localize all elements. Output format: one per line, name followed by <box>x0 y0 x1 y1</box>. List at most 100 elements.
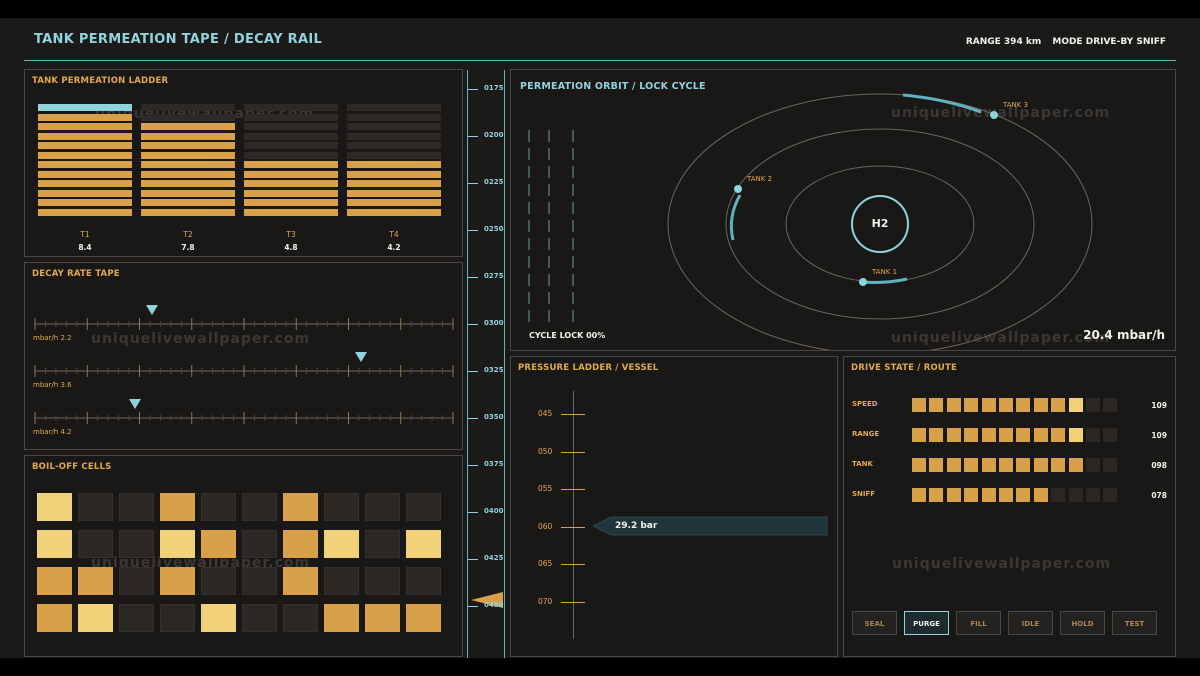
rail-tick-label: 0225 <box>484 178 504 186</box>
rail-tick-label: 0250 <box>484 225 504 233</box>
pressure-tick <box>561 451 585 453</box>
bar-segment <box>38 132 132 140</box>
drive-segment <box>1068 458 1083 472</box>
tank-value: 7.8 <box>181 243 195 252</box>
decay-marker[interactable] <box>146 305 159 315</box>
bar-segment <box>38 208 132 216</box>
boil-off-cell <box>160 530 195 558</box>
drive-row-label: SNIFF <box>852 490 876 498</box>
decay-tape-1[interactable] <box>25 317 464 331</box>
boil-off-cell <box>283 530 318 558</box>
drive-segment <box>1016 488 1031 502</box>
hold-button[interactable]: HOLD <box>1060 611 1105 635</box>
fill-button[interactable]: FILL <box>956 611 1001 635</box>
boil-off-cell <box>324 567 359 595</box>
decay-marker[interactable] <box>355 352 368 362</box>
drive-row-label: SPEED <box>852 400 878 408</box>
rail-tick: 0425 <box>467 554 503 562</box>
tank-permeation-ladder-panel: TANK PERMEATION LADDER uniquelivewallpap… <box>24 69 463 257</box>
pressure-tick-label: 055 <box>538 484 553 493</box>
pressure-readout: 29.2 bar <box>615 521 658 531</box>
pressure-tick <box>561 489 585 490</box>
bar-segment <box>244 151 338 159</box>
bar-segment <box>244 208 338 216</box>
boil-off-cell <box>78 493 113 521</box>
decay-marker[interactable] <box>129 399 142 409</box>
drive-segment <box>1103 428 1118 442</box>
seal-button[interactable]: SEAL <box>852 611 897 635</box>
drive-segment <box>1051 458 1066 472</box>
bar-segment <box>38 142 132 149</box>
rail-tick: 0275 <box>467 272 504 280</box>
boil-off-cell <box>406 493 441 521</box>
drive-segment <box>1103 488 1118 502</box>
drive-segment <box>912 458 926 472</box>
drive-segment <box>912 398 926 412</box>
pressure-tick <box>561 601 585 603</box>
bar-segment <box>38 170 132 178</box>
drive-row-label: TANK <box>852 460 873 468</box>
rail-tick-label: 0175 <box>484 84 504 92</box>
purge-button[interactable]: PURGE <box>904 611 949 635</box>
panel-title: PRESSURE LADDER / VESSEL <box>518 363 659 373</box>
bar-segment <box>244 142 338 149</box>
decay-tape-2[interactable] <box>25 364 464 378</box>
boil-off-cell <box>324 493 359 521</box>
boil-off-cell <box>37 530 72 558</box>
page-title: TANK PERMEATION TAPE / DECAY RAIL <box>34 32 323 47</box>
boil-off-cell <box>365 604 400 632</box>
bar-segment <box>244 180 338 187</box>
drive-segment <box>999 398 1013 412</box>
watermark: uniquelivewallpaper.com <box>892 556 1112 572</box>
bar-segment <box>141 123 235 130</box>
boil-off-cell <box>201 530 236 558</box>
boil-off-cell <box>119 567 154 595</box>
rail-tick: 0300 <box>467 319 504 327</box>
drive-segment <box>1086 488 1100 502</box>
bar-segment <box>244 132 338 140</box>
permeation-orbit-panel: PERMEATION ORBIT / LOCK CYCLE uniquelive… <box>510 69 1176 351</box>
rail-tick-label: 0200 <box>484 131 504 139</box>
panel-title: TANK PERMEATION LADDER <box>32 76 169 86</box>
boil-off-cell <box>365 567 400 595</box>
boil-off-cell <box>37 604 72 632</box>
bar-segment <box>244 104 338 111</box>
boil-off-cell <box>160 567 195 595</box>
rail-tick: 0450 <box>467 601 503 609</box>
tank3-node <box>990 111 998 119</box>
rail-tick-label: 0300 <box>484 319 504 327</box>
panel-title: DECAY RATE TAPE <box>32 269 120 279</box>
tank-label: T4 <box>389 230 399 239</box>
bar-segment <box>244 161 338 168</box>
rail-tick: 0400 <box>467 507 503 515</box>
test-button[interactable]: TEST <box>1112 611 1157 635</box>
drive-segment <box>1051 398 1066 412</box>
boil-off-cell <box>406 567 441 595</box>
drive-segment <box>1086 428 1100 442</box>
drive-segment <box>1016 398 1031 412</box>
boil-off-cell <box>119 493 154 521</box>
boil-off-cell <box>119 604 154 632</box>
tank1-label: TANK 1 <box>872 268 898 276</box>
boil-off-cell <box>406 530 441 558</box>
drive-segment <box>964 398 979 412</box>
header-bar: TANK PERMEATION TAPE / DECAY RAIL RANGE … <box>24 22 1176 61</box>
drive-segment <box>1033 488 1048 502</box>
rail-tick: 0250 <box>467 225 504 233</box>
drive-segment <box>1016 458 1031 472</box>
boil-off-cell <box>37 567 72 595</box>
range-readout: RANGE 394 km <box>965 37 1042 47</box>
drive-segment <box>929 488 944 502</box>
boil-off-cell <box>160 493 195 521</box>
bar-segment <box>141 132 235 140</box>
decay-tape-3[interactable] <box>25 411 464 425</box>
bar-segment <box>141 113 235 121</box>
boil-off-cell <box>242 530 277 558</box>
drive-segment <box>946 458 961 472</box>
idle-button[interactable]: IDLE <box>1008 611 1053 635</box>
boil-off-cell <box>201 567 236 595</box>
drive-row-label: RANGE <box>852 430 880 438</box>
decay-rail[interactable]: 0175 0200 0225 0250 0275 0300 0325 0350 0375 0400… <box>467 70 505 658</box>
rail-tick-label: 0275 <box>484 272 504 280</box>
rail-tick: 0375 <box>467 460 503 468</box>
